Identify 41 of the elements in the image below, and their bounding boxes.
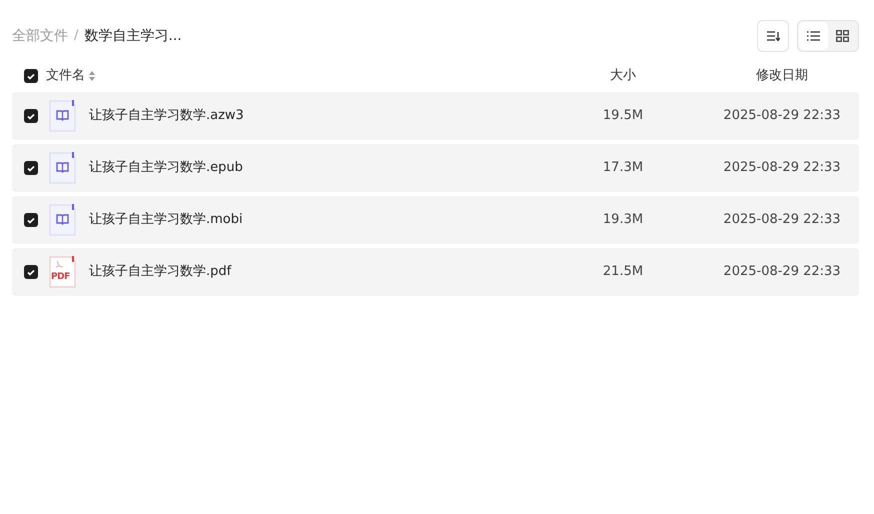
checkbox[interactable] (24, 69, 38, 83)
modified-date: 2025-08-29 22:33 (722, 263, 842, 282)
checkmark-icon (27, 112, 35, 120)
file-size: 17.3M (602, 159, 644, 178)
file-size: 19.5M (602, 107, 644, 126)
checkmark-icon (27, 164, 35, 172)
checkbox[interactable] (24, 213, 38, 227)
modified-date: 2025-08-29 22:33 (722, 107, 842, 126)
sort-icon (766, 30, 780, 42)
file-size: 21.5M (602, 263, 644, 282)
checkbox[interactable] (24, 265, 38, 279)
breadcrumb-current: 数学自主学习... (84, 26, 182, 46)
checkmark-icon (27, 216, 35, 224)
checkbox[interactable] (24, 161, 38, 175)
file-row[interactable]: 让孩子自主学习数学.epub 17.3M 2025-08-29 22:33 (12, 144, 859, 192)
book-file-icon (49, 152, 76, 184)
sort-button[interactable] (757, 20, 789, 52)
list-icon (807, 31, 820, 41)
file-size: 19.3M (602, 211, 644, 230)
column-header[interactable]: 文件名 (46, 66, 85, 86)
file-row[interactable]: 让孩子自主学习数学.mobi 19.3M 2025-08-29 22:33 (12, 196, 859, 244)
checkmark-icon (27, 268, 35, 276)
grid-icon (836, 30, 849, 42)
file-row[interactable]: PDF 让孩子自主学习数学.pdf 21.5M 2025-08-29 22:33 (12, 248, 859, 296)
sort-icon[interactable] (89, 71, 95, 81)
checkmark-icon (27, 72, 35, 80)
file-row[interactable]: 让孩子自主学习数学.azw3 19.5M 2025-08-29 22:33 (12, 92, 859, 140)
file-name[interactable]: 让孩子自主学习数学.epub (89, 160, 243, 176)
file-name[interactable]: 让孩子自主学习数学.pdf (89, 264, 232, 280)
breadcrumb-separator: / (74, 27, 78, 46)
file-name[interactable]: 让孩子自主学习数学.mobi (89, 212, 243, 228)
file-name[interactable]: 让孩子自主学习数学.azw3 (89, 108, 244, 124)
column-header: 大小 (609, 67, 637, 86)
book-file-icon (49, 204, 76, 236)
checkbox[interactable] (24, 109, 38, 123)
column-header: 修改日期 (755, 67, 809, 86)
list-view-button[interactable] (799, 22, 828, 50)
pdf-file-icon: PDF (49, 256, 76, 288)
book-file-icon (49, 100, 76, 132)
modified-date: 2025-08-29 22:33 (722, 211, 842, 230)
modified-date: 2025-08-29 22:33 (722, 159, 842, 178)
